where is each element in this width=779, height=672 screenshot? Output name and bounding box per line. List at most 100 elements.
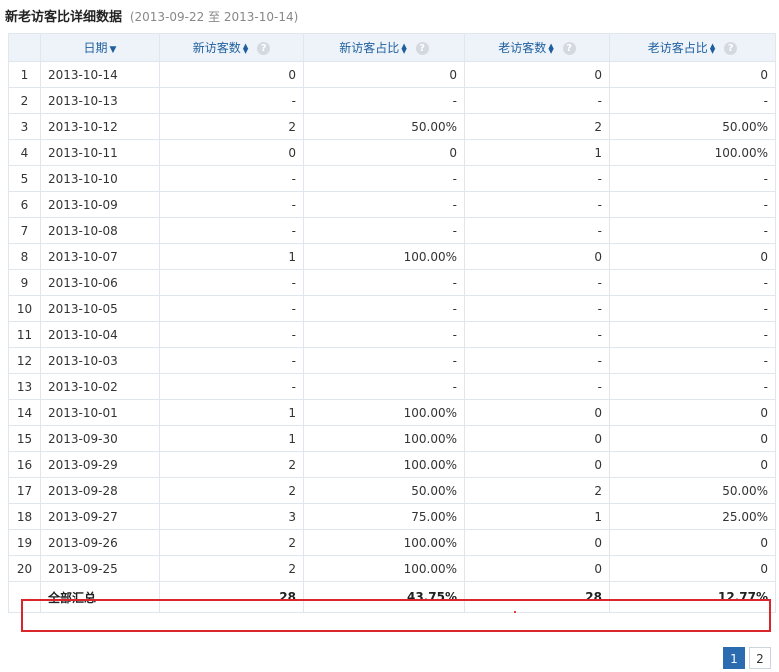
table-row: 6 2013-10-09- - - - — [8, 191, 776, 218]
sort-toggle-icon[interactable]: ▲ ▼ — [243, 42, 248, 54]
index-column-header — [8, 33, 41, 62]
row-old-visitors: - — [464, 295, 610, 322]
table-body: 1 2013-10-14 0 0 0 0 2 2013-10-13- - - - 3 2013-10… — [8, 61, 776, 613]
table-row: 3 2013-10-12 2 50.00% 2 50.00% — [8, 113, 776, 140]
sort-toggle-icon[interactable]: ▲ ▼ — [401, 42, 406, 54]
column-label-new-visitors: 新访客数 — [192, 41, 241, 55]
row-old-visitors: 0 — [464, 451, 610, 478]
row-new-ratio: 100.00% — [303, 399, 465, 426]
column-header-new-visitors[interactable]: 新访客数 ▲ ▼? — [159, 33, 304, 62]
row-old-visitors: - — [464, 347, 610, 374]
help-icon[interactable]: ? — [415, 42, 429, 55]
page-button-2[interactable]: 2 — [749, 647, 771, 669]
help-icon[interactable]: ? — [257, 42, 271, 55]
row-new-ratio: 100.00% — [303, 451, 465, 478]
total-row: 全部汇总 28 43.75% 28 12.77% — [8, 581, 776, 613]
row-new-ratio: - — [303, 269, 465, 296]
row-date: 2013-10-08 — [40, 217, 160, 244]
row-new-ratio: 100.00% — [303, 529, 465, 556]
row-new-ratio: 75.00% — [303, 503, 465, 530]
help-icon[interactable]: ? — [724, 42, 738, 55]
table-row: 18 2013-09-27 3 75.00% 1 25.00% — [8, 503, 776, 530]
column-header-old-ratio[interactable]: 老访客占比 ▲ ▼? — [609, 33, 776, 62]
row-date: 2013-10-10 — [40, 165, 160, 192]
sort-toggle-icon[interactable]: ▲ ▼ — [710, 42, 715, 54]
row-old-visitors: 1 — [464, 503, 610, 530]
column-label-new-ratio: 新访客占比 — [339, 41, 400, 55]
page-title: 新老访客比详细数据 — [5, 10, 123, 25]
row-index: 3 — [8, 113, 41, 140]
row-old-ratio: 0 — [609, 425, 776, 452]
row-old-visitors: 0 — [464, 529, 610, 556]
column-label-date: 日期 — [83, 41, 108, 55]
row-index: 20 — [8, 555, 41, 582]
total-label: 全部汇总 — [40, 581, 160, 613]
row-old-ratio: - — [609, 295, 776, 322]
row-new-ratio: - — [303, 373, 465, 400]
column-header-new-ratio[interactable]: 新访客占比 ▲ ▼? — [303, 33, 465, 62]
row-old-ratio: 50.00% — [609, 477, 776, 504]
row-old-ratio: 25.00% — [609, 503, 776, 530]
row-date: 2013-10-04 — [40, 321, 160, 348]
row-new-visitors: 2 — [159, 113, 304, 140]
table-row: 10 2013-10-05- - - - — [8, 295, 776, 322]
row-index: 11 — [8, 321, 41, 348]
row-new-ratio: 50.00% — [303, 477, 465, 504]
annotation-dot — [514, 611, 516, 613]
table-row: 7 2013-10-08- - - - — [8, 217, 776, 244]
table-row: 2 2013-10-13- - - - — [8, 87, 776, 114]
sort-toggle-icon[interactable]: ▲ ▼ — [548, 42, 553, 54]
row-index: 7 — [8, 217, 41, 244]
row-new-visitors: 1 — [159, 425, 304, 452]
row-old-ratio: 0 — [609, 243, 776, 270]
row-date: 2013-10-07 — [40, 243, 160, 270]
total-index-cell — [8, 581, 41, 613]
row-index: 6 — [8, 191, 41, 218]
table-row: 20 2013-09-25 2 100.00% 0 0 — [8, 555, 776, 582]
row-old-ratio: 0 — [609, 399, 776, 426]
row-old-visitors: 2 — [464, 477, 610, 504]
row-new-visitors: - — [159, 347, 304, 374]
row-new-visitors: 2 — [159, 451, 304, 478]
row-old-ratio: - — [609, 269, 776, 296]
sort-desc-icon[interactable]: ▼ — [110, 45, 117, 55]
row-index: 17 — [8, 477, 41, 504]
row-date: 2013-10-12 — [40, 113, 160, 140]
row-new-ratio: 0 — [303, 139, 465, 166]
row-index: 4 — [8, 139, 41, 166]
row-new-visitors: - — [159, 373, 304, 400]
row-new-visitors: - — [159, 295, 304, 322]
row-old-visitors: - — [464, 217, 610, 244]
row-old-visitors: - — [464, 165, 610, 192]
row-old-ratio: - — [609, 347, 776, 374]
row-date: 2013-09-28 — [40, 477, 160, 504]
row-new-ratio: - — [303, 321, 465, 348]
row-new-ratio: - — [303, 217, 465, 244]
table-row: 1 2013-10-14 0 0 0 0 — [8, 61, 776, 88]
row-index: 13 — [8, 373, 41, 400]
pagination: 1 2 — [723, 647, 771, 669]
row-old-ratio: - — [609, 165, 776, 192]
row-index: 10 — [8, 295, 41, 322]
table-row: 17 2013-09-28 2 50.00% 2 50.00% — [8, 477, 776, 504]
row-index: 1 — [8, 61, 41, 88]
row-old-visitors: - — [464, 269, 610, 296]
table-row: 12 2013-10-03- - - - — [8, 347, 776, 374]
row-old-ratio: 0 — [609, 529, 776, 556]
row-old-ratio: 0 — [609, 555, 776, 582]
column-header-date[interactable]: 日期 ▼ — [40, 33, 160, 62]
column-label-old-ratio: 老访客占比 — [647, 41, 708, 55]
row-old-ratio: 0 — [609, 451, 776, 478]
row-new-ratio: 100.00% — [303, 425, 465, 452]
row-old-ratio: - — [609, 373, 776, 400]
table-row: 13 2013-10-02- - - - — [8, 373, 776, 400]
row-date: 2013-10-02 — [40, 373, 160, 400]
row-date: 2013-10-06 — [40, 269, 160, 296]
total-old-visitors: 28 — [464, 581, 610, 613]
row-old-ratio: 50.00% — [609, 113, 776, 140]
column-label-old-visitors: 老访客数 — [498, 41, 547, 55]
help-icon[interactable]: ? — [562, 42, 576, 55]
page-button-1[interactable]: 1 — [723, 647, 745, 669]
column-header-old-visitors[interactable]: 老访客数 ▲ ▼? — [464, 33, 610, 62]
row-index: 5 — [8, 165, 41, 192]
